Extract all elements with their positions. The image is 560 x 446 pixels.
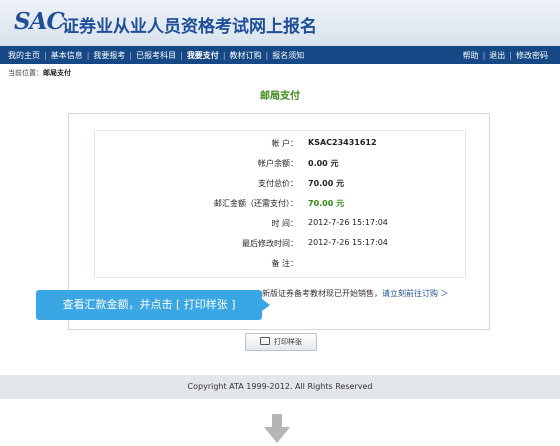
- arrow-down-icon: [264, 414, 290, 443]
- nav-separator: |: [509, 51, 512, 60]
- page-title: 邮局支付: [260, 91, 300, 102]
- detail-row: 邮汇金额（还需支付）： 70.00 元: [110, 198, 440, 212]
- detail-value: KSAC23431612: [308, 138, 377, 147]
- detail-row: 帐 户： KSAC23431612: [110, 138, 440, 152]
- nav-item[interactable]: 我要支付: [187, 51, 219, 60]
- detail-row: 帐户余额： 0.00 元: [110, 158, 440, 172]
- footer: Copyright ATA 1999-2012. All Rights Rese…: [0, 375, 560, 399]
- notice-text: 新版证券备考教材现已开始销售，: [262, 289, 382, 298]
- breadcrumb-prefix: 当前位置：: [8, 69, 43, 77]
- nav-separator: |: [265, 51, 269, 60]
- instruction-tooltip: 查看汇款金额，并点击 [ 打印样张 ]: [36, 290, 270, 320]
- breadcrumb-current: 邮局支付: [43, 69, 71, 77]
- detail-value: 70.00 元: [308, 179, 345, 188]
- nav-item[interactable]: 已报考科目: [136, 51, 176, 60]
- site-header: SAC 证券业从业人员资格考试网上报名: [0, 0, 560, 46]
- nav-item[interactable]: 我的主页: [8, 51, 40, 60]
- order-link[interactable]: 请立刻前往订购 ＞: [382, 289, 449, 298]
- main-nav: 我的主页 | 基本信息 | 我要报考 | 已报考科目 | 我要支付 | 教材订购 | 报名须知 帮助 | 退…: [0, 46, 560, 64]
- detail-label: 帐户余额：: [258, 159, 298, 168]
- nav-separator: |: [180, 51, 183, 60]
- detail-label: 备 注：: [271, 259, 298, 268]
- textbook-notice: 新版证券备考教材现已开始销售，请立刻前往订购 ＞: [262, 288, 449, 299]
- nav-separator: |: [222, 51, 226, 60]
- detail-row: 支付总价： 70.00 元: [110, 178, 440, 192]
- nav-separator: |: [86, 51, 90, 60]
- detail-value: 0.00 元: [308, 159, 339, 168]
- nav-item[interactable]: 教材订购: [230, 51, 262, 60]
- detail-row: 备 注：: [110, 258, 440, 272]
- site-title: 证券业从业人员资格考试网上报名: [62, 17, 317, 37]
- nav-item[interactable]: 我要报考: [93, 51, 125, 60]
- detail-value: 2012-7-26 15:17:04: [308, 238, 388, 247]
- print-sample-button[interactable]: 打印样张: [245, 333, 317, 351]
- detail-label: 邮汇金额（还需支付）：: [214, 199, 298, 208]
- nav-left-group: 我的主页 | 基本信息 | 我要报考 | 已报考科目 | 我要支付 | 教材订购 | 报名须知: [8, 50, 308, 61]
- nav-utility-item[interactable]: 帮助: [463, 51, 479, 60]
- detail-value: 2012-7-26 15:17:04: [308, 218, 388, 227]
- nav-item[interactable]: 基本信息: [51, 51, 83, 60]
- detail-label: 支付总价：: [258, 179, 298, 188]
- detail-row: 时 间： 2012-7-26 15:17:04: [110, 218, 440, 232]
- nav-utility-item[interactable]: 退出: [489, 51, 505, 60]
- nav-separator: |: [129, 51, 133, 60]
- detail-label: 帐 户：: [271, 139, 298, 148]
- nav-utility-item[interactable]: 修改密码: [516, 51, 548, 60]
- detail-row: 最后修改时间： 2012-7-26 15:17:04: [110, 238, 440, 252]
- nav-right-group: 帮助 | 退出 | 修改密码: [463, 50, 552, 61]
- nav-item[interactable]: 报名须知: [272, 51, 304, 60]
- breadcrumb: 当前位置：邮局支付: [8, 68, 71, 78]
- detail-value: 70.00 元: [308, 199, 345, 208]
- nav-separator: |: [44, 51, 47, 60]
- nav-separator: |: [482, 51, 486, 60]
- detail-label: 最后修改时间：: [242, 239, 298, 248]
- detail-label: 时 间：: [271, 219, 298, 228]
- print-button-label: 打印样张: [274, 338, 302, 346]
- printer-icon: [260, 337, 270, 345]
- sac-logo: SAC: [14, 8, 65, 35]
